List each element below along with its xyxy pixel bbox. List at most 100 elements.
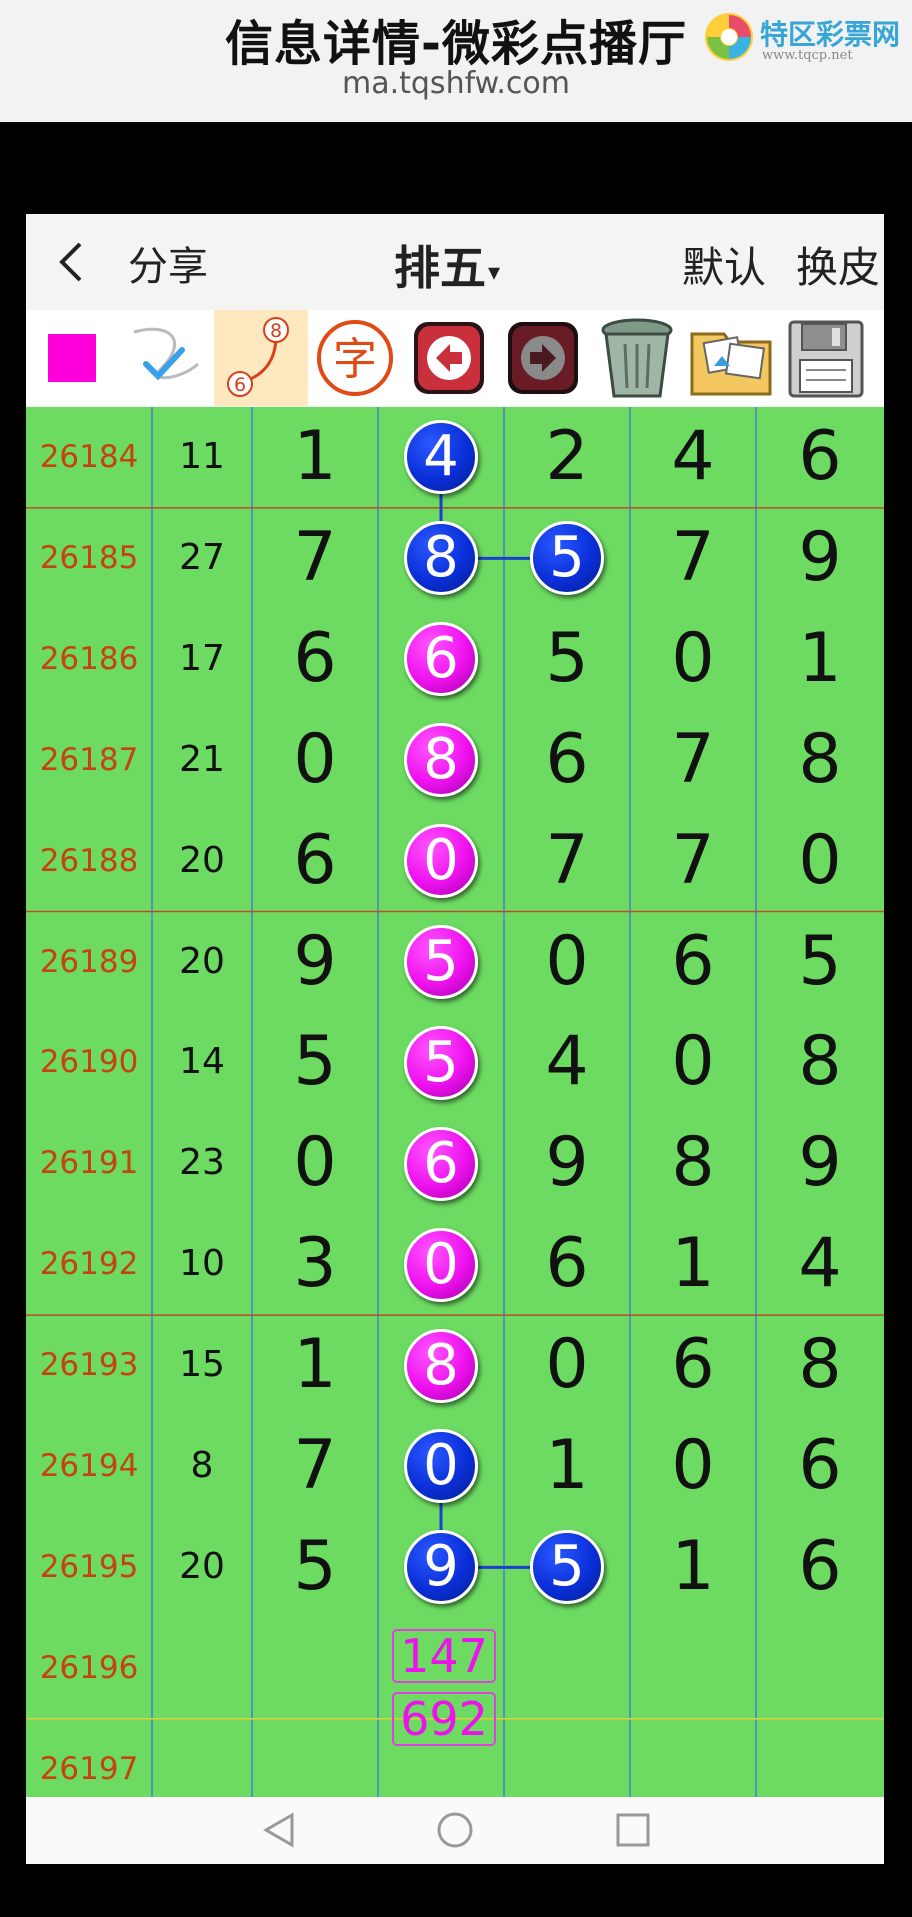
back-icon [59, 242, 82, 282]
digit-value[interactable]: 8 [756, 1315, 884, 1416]
digit-value[interactable]: 8 [756, 710, 884, 811]
default-skin-button[interactable]: 默认 [682, 234, 766, 295]
back-button[interactable] [52, 240, 92, 284]
digit-value[interactable]: 4 [630, 407, 756, 508]
digit-value[interactable]: 0 [630, 609, 756, 710]
digit-value[interactable]: 5 [252, 1012, 378, 1113]
blue-number-ball[interactable]: 8 [404, 521, 478, 596]
digit-value[interactable]: 5 [504, 609, 630, 710]
blue-number-ball[interactable]: 9 [404, 1530, 478, 1605]
change-skin-button[interactable]: 换皮 [796, 234, 880, 295]
digit-value[interactable]: 6 [252, 811, 378, 912]
digit-value[interactable]: 0 [504, 912, 630, 1013]
sum-value: 20 [179, 839, 225, 881]
digit-value[interactable]: 6 [252, 609, 378, 710]
digit-value[interactable]: 6 [630, 912, 756, 1013]
undo-button[interactable] [402, 310, 496, 406]
back-triangle-icon [262, 1812, 294, 1848]
digit-value[interactable]: 0 [630, 1012, 756, 1113]
dot-link-number-bottom: 6 [234, 374, 246, 396]
digit-value[interactable]: 7 [630, 710, 756, 811]
digit-value[interactable]: 6 [504, 710, 630, 811]
pink-number-ball[interactable]: 0 [404, 1227, 478, 1302]
digit-value[interactable]: 7 [630, 811, 756, 912]
digit-value[interactable]: 6 [504, 1214, 630, 1315]
dot-link-icon: 8 6 [227, 317, 289, 397]
swirl-logo-icon [705, 13, 753, 61]
dot-link-tool-button[interactable]: 8 6 [214, 310, 308, 406]
prediction-box[interactable]: 147 [392, 1629, 496, 1683]
digit-value[interactable]: 8 [756, 1012, 884, 1113]
blue-number-ball[interactable]: 4 [404, 420, 478, 495]
issue-number: 26188 [39, 842, 139, 879]
character-tool-button[interactable]: 字 [308, 310, 402, 406]
digit-value[interactable]: 6 [756, 1517, 884, 1618]
digit-value[interactable]: 2 [504, 407, 630, 508]
digit-value[interactable]: 8 [630, 1113, 756, 1214]
pink-number-ball[interactable]: 6 [404, 1126, 478, 1201]
digit-value[interactable]: 5 [756, 912, 884, 1013]
pink-number-ball[interactable]: 6 [404, 622, 478, 697]
save-floppy-icon [788, 320, 864, 398]
digit-value[interactable]: 1 [630, 1214, 756, 1315]
issue-number: 26191 [39, 1145, 139, 1182]
digit-value[interactable]: 0 [756, 811, 884, 912]
digit-value[interactable]: 7 [630, 508, 756, 609]
digit-value[interactable]: 1 [252, 1315, 378, 1416]
redo-arrow-icon [508, 322, 578, 394]
digit-value[interactable]: 9 [756, 1113, 884, 1214]
color-swatch-button[interactable] [26, 310, 120, 406]
system-recents-button[interactable] [608, 1807, 658, 1853]
trend-chart-grid[interactable]: 26184 11 1 4 2 4 6 26185 27 7 8 5 7 9 26186 17 6 6 5 0 1 2618… [26, 407, 884, 1797]
digit-value[interactable]: 6 [756, 1416, 884, 1517]
digit-value[interactable]: 0 [252, 1113, 378, 1214]
save-button[interactable] [778, 310, 872, 406]
lottery-type-dropdown[interactable]: 排五▾ [394, 232, 500, 298]
issue-number: 26193 [39, 1347, 139, 1384]
issue-number: 26194 [39, 1448, 139, 1484]
digit-value[interactable]: 6 [630, 1315, 756, 1416]
photos-button[interactable] [684, 310, 778, 406]
character-glyph: 字 [333, 334, 377, 385]
prediction-box[interactable]: 692 [392, 1692, 496, 1746]
issue-number: 26196 [39, 1649, 139, 1686]
digit-value[interactable]: 6 [756, 407, 884, 508]
digit-value[interactable]: 3 [252, 1214, 378, 1315]
system-back-button[interactable] [254, 1807, 304, 1853]
pink-number-ball[interactable]: 5 [404, 1025, 478, 1100]
system-home-button[interactable] [430, 1807, 480, 1853]
digit-value[interactable]: 1 [252, 407, 378, 508]
digit-value[interactable]: 9 [504, 1113, 630, 1214]
pink-number-ball[interactable]: 0 [404, 824, 478, 899]
clear-trash-button[interactable] [590, 310, 684, 406]
digit-value[interactable]: 5 [252, 1517, 378, 1618]
share-button[interactable]: 分享 [128, 234, 208, 292]
blue-number-ball[interactable]: 5 [530, 521, 604, 596]
pink-number-ball[interactable]: 5 [404, 924, 478, 999]
photos-folder-icon [690, 332, 772, 396]
digit-value[interactable]: 1 [504, 1416, 630, 1517]
blue-number-ball[interactable]: 0 [404, 1429, 478, 1504]
digit-value[interactable]: 4 [756, 1214, 884, 1315]
pen-tool-button[interactable] [120, 310, 214, 406]
digit-value[interactable]: 4 [504, 1012, 630, 1113]
digit-value[interactable]: 0 [630, 1416, 756, 1517]
issue-number: 26195 [39, 1548, 139, 1585]
digit-value[interactable]: 9 [756, 508, 884, 609]
digit-value[interactable]: 7 [252, 508, 378, 609]
pink-number-ball[interactable]: 8 [404, 723, 478, 798]
digit-value[interactable]: 0 [504, 1315, 630, 1416]
sum-value: 15 [179, 1344, 225, 1386]
digit-value[interactable]: 9 [252, 912, 378, 1013]
digit-value[interactable]: 7 [252, 1416, 378, 1517]
redo-button[interactable] [496, 310, 590, 406]
blue-number-ball[interactable]: 5 [530, 1530, 604, 1605]
digit-value[interactable]: 7 [504, 811, 630, 912]
sum-value: 27 [179, 536, 225, 578]
navigation-bar: 分享 排五▾ 默认 换皮 [26, 214, 884, 310]
digit-value[interactable]: 0 [252, 710, 378, 811]
digit-value[interactable]: 1 [630, 1517, 756, 1618]
digit-value[interactable]: 1 [756, 609, 884, 710]
pink-number-ball[interactable]: 8 [404, 1328, 478, 1403]
character-icon: 字 [317, 320, 393, 396]
